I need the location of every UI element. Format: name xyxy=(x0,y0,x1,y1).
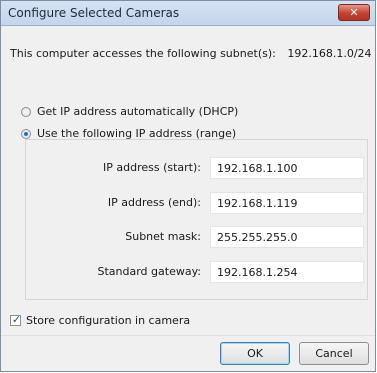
subnet-value: 192.168.1.0/24 xyxy=(287,47,372,60)
store-config-label[interactable]: Store configuration in camera xyxy=(26,314,190,327)
cancel-button[interactable]: Cancel xyxy=(299,342,369,365)
window-title: Configure Selected Cameras xyxy=(8,6,180,20)
ip-end-label: IP address (end): xyxy=(107,196,201,209)
subnet-info: This computer accesses the following sub… xyxy=(10,47,372,60)
dialog-content: This computer accesses the following sub… xyxy=(1,26,375,371)
gateway-row: Standard gateway: 192.168.1.254 xyxy=(26,261,367,283)
title-bar[interactable]: Configure Selected Cameras ✕ xyxy=(1,1,375,26)
dhcp-radio[interactable] xyxy=(21,107,31,117)
ip-range-group: IP address (start): 192.168.1.100 IP add… xyxy=(25,139,368,300)
subnet-mask-row: Subnet mask: 255.255.255.0 xyxy=(26,226,367,248)
subnet-mask-input[interactable]: 255.255.255.0 xyxy=(210,226,364,248)
ok-button[interactable]: OK xyxy=(220,342,290,365)
gateway-input[interactable]: 192.168.1.254 xyxy=(210,261,364,283)
checkmark-icon: ✓ xyxy=(11,313,22,326)
subnet-mask-label: Subnet mask: xyxy=(125,230,201,243)
ip-end-input[interactable]: 192.168.1.119 xyxy=(210,192,364,214)
subnet-label: This computer accesses the following sub… xyxy=(10,47,276,60)
ip-start-label: IP address (start): xyxy=(103,161,201,174)
ip-end-row: IP address (end): 192.168.1.119 xyxy=(26,192,367,214)
ip-start-row: IP address (start): 192.168.1.100 xyxy=(26,157,367,179)
button-bar: OK Cancel xyxy=(1,335,375,371)
ip-start-input[interactable]: 192.168.1.100 xyxy=(210,157,364,179)
close-button[interactable]: ✕ xyxy=(338,4,370,21)
range-radio[interactable] xyxy=(21,129,31,139)
close-icon: ✕ xyxy=(349,6,359,19)
dhcp-radio-label[interactable]: Get IP address automatically (DHCP) xyxy=(37,105,238,118)
gateway-label: Standard gateway: xyxy=(97,265,202,278)
dialog-window: Configure Selected Cameras ✕ This comput… xyxy=(0,0,376,372)
store-config-checkbox[interactable]: ✓ xyxy=(10,313,22,326)
